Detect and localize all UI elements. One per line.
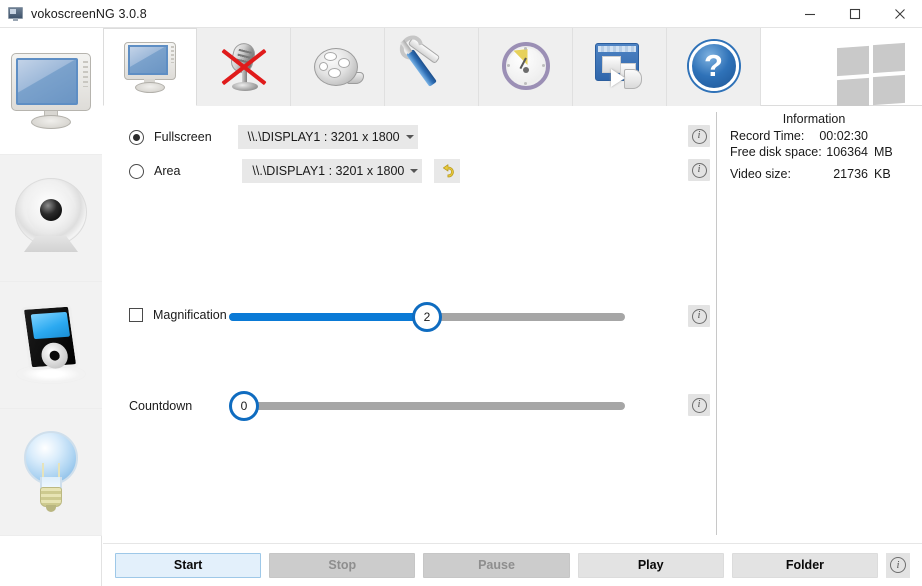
countdown-info-button[interactable]: i (688, 394, 710, 416)
chevron-down-icon (410, 169, 419, 173)
stop-button: Stop (269, 552, 416, 578)
fullscreen-radio[interactable]: Fullscreen (129, 129, 212, 145)
sidebar-item-player[interactable] (0, 282, 102, 409)
sidebar (0, 28, 102, 586)
tab-screen[interactable] (103, 28, 197, 106)
info-row-video-size: Video size: 21736 KB (730, 167, 898, 181)
info-icon: i (691, 128, 707, 144)
pause-button: Pause (423, 552, 570, 578)
tab-help[interactable]: ? (667, 28, 761, 106)
tab-audio[interactable] (197, 28, 291, 106)
magnification-info-button[interactable]: i (688, 305, 710, 327)
window-title: vokoscreenNG 3.0.8 (31, 6, 147, 21)
minimize-icon[interactable] (787, 0, 832, 28)
radio-indicator (129, 163, 144, 179)
slider-fill (229, 313, 427, 321)
area-reset-button[interactable] (434, 159, 461, 183)
clock-icon (497, 40, 555, 94)
bottom-button-bar: Start Stop Pause Play Folder i (103, 543, 922, 586)
sidebar-item-screen[interactable] (0, 28, 102, 155)
lightbulb-icon (16, 429, 86, 515)
countdown-label-row: Countdown (129, 399, 192, 413)
windows-logo-icon (837, 42, 905, 109)
tab-timer[interactable] (479, 28, 573, 106)
magnification-slider-handle[interactable]: 2 (412, 302, 442, 332)
info-icon: i (890, 557, 907, 573)
countdown-value: 0 (240, 399, 248, 413)
monitor-icon (9, 53, 93, 129)
info-icon: i (691, 397, 707, 413)
play-button[interactable]: Play (577, 552, 724, 578)
vokoscreenng-window: vokoscreenNG 3.0.8 ? Fullscreen \\.\DISP… (0, 0, 922, 586)
sidebar-item-webcam[interactable] (0, 155, 102, 282)
countdown-label: Countdown (129, 399, 193, 413)
window-controls (787, 0, 922, 28)
webcam-icon (8, 178, 94, 258)
start-button[interactable]: Start (115, 552, 262, 578)
fullscreen-display-value: \\.\DISPLAY1 : 3201 x 1800 (247, 130, 400, 144)
fullscreen-display-select[interactable]: \\.\DISPLAY1 : 3201 x 1800 (237, 125, 418, 149)
folder-button[interactable]: Folder (731, 552, 879, 578)
magnification-checkbox-row[interactable]: Magnification (129, 308, 227, 322)
microphone-muted-icon (215, 40, 273, 94)
info-row-record-time: Record Time: 00:02:30 (730, 129, 898, 143)
maximize-icon[interactable] (832, 0, 877, 28)
radio-indicator (129, 129, 144, 145)
tools-icon (403, 36, 461, 94)
help-question-icon: ? (685, 40, 743, 94)
fullscreen-label: Fullscreen (154, 130, 212, 144)
information-panel: Information Record Time: 00:02:30 Free d… (730, 112, 910, 183)
countdown-slider[interactable]: 0 (229, 391, 625, 421)
chevron-down-icon (405, 135, 414, 139)
slider-track (229, 402, 625, 410)
tab-settings[interactable] (385, 28, 479, 106)
magnification-slider[interactable]: 2 (229, 302, 625, 332)
magnification-value: 2 (423, 310, 431, 324)
toolbar-spacer (761, 28, 922, 109)
bottom-info-button[interactable]: i (886, 552, 911, 578)
info-value: 00:02:30 (819, 129, 868, 143)
info-icon: i (691, 308, 707, 324)
fullscreen-info-button[interactable]: i (688, 125, 710, 147)
info-icon: i (691, 162, 707, 178)
area-info-button[interactable]: i (688, 159, 710, 181)
area-radio[interactable]: Area (129, 163, 181, 179)
title-bar: vokoscreenNG 3.0.8 (0, 0, 922, 28)
area-row: Area \\.\DISPLAY1 : 3201 x 1800 (129, 159, 461, 183)
info-key: Free disk space: (730, 145, 822, 159)
tab-export[interactable] (573, 28, 667, 106)
toolbar: ? (103, 28, 922, 109)
magnification-checkbox[interactable] (129, 308, 143, 322)
information-title: Information (782, 112, 846, 126)
panel-divider (716, 112, 717, 535)
info-value: 106364 MB (826, 145, 893, 159)
window-export-icon (591, 40, 649, 94)
fullscreen-row: Fullscreen \\.\DISPLAY1 : 3201 x 1800 (129, 125, 418, 149)
area-display-value: \\.\DISPLAY1 : 3201 x 1800 (252, 164, 405, 178)
sidebar-item-about[interactable] (0, 409, 102, 536)
info-key: Video size: (730, 167, 791, 181)
magnification-label: Magnification (153, 308, 227, 322)
info-key: Record Time: (730, 129, 805, 143)
monitor-icon (121, 40, 179, 94)
monitor-icon (8, 6, 24, 22)
tab-video[interactable] (291, 28, 385, 106)
countdown-slider-handle[interactable]: 0 (229, 391, 259, 421)
info-row-free-disk-space: Free disk space: 106364 MB (730, 145, 898, 159)
media-player-icon (11, 303, 91, 387)
film-reel-icon (309, 40, 367, 94)
area-display-select[interactable]: \\.\DISPLAY1 : 3201 x 1800 (242, 159, 423, 183)
area-label: Area (154, 164, 181, 178)
toolbar-tabs: ? (103, 28, 761, 106)
close-icon[interactable] (877, 0, 922, 28)
info-value: 21736 KB (833, 167, 891, 181)
undo-arrow-icon (442, 163, 454, 177)
